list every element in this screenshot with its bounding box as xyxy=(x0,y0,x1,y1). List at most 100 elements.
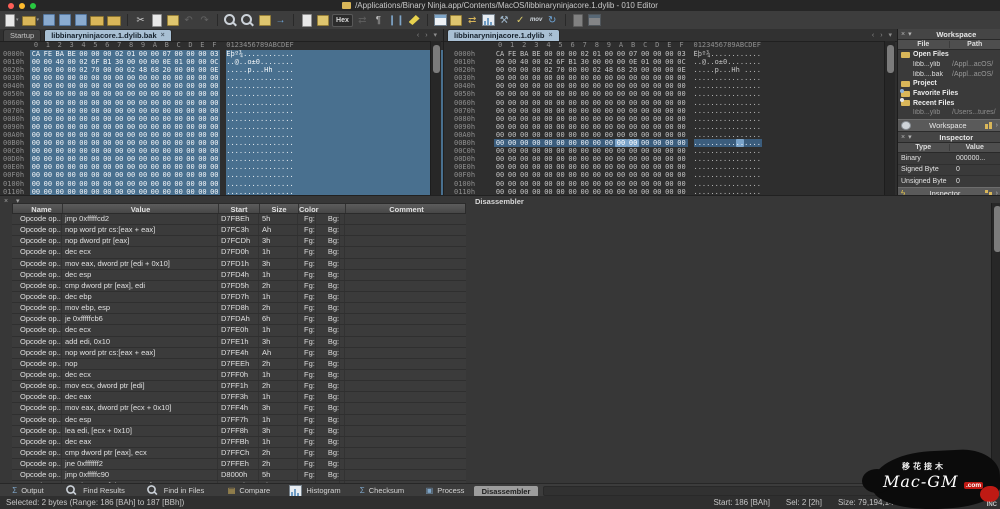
open-folder-icon[interactable] xyxy=(90,13,104,27)
hex-byte[interactable]: 00 xyxy=(161,90,173,98)
hex-byte[interactable]: 00 xyxy=(591,147,603,155)
hex-byte[interactable]: 00 xyxy=(137,123,149,131)
hex-row[interactable]: 0030h00000000000000000000000000000000...… xyxy=(444,74,898,82)
hex-ascii[interactable]: ................ xyxy=(226,123,294,131)
edit-as-text-icon[interactable] xyxy=(300,13,313,27)
hex-byte[interactable]: 00 xyxy=(627,155,639,163)
hex-byte[interactable]: 00 xyxy=(208,139,220,147)
hex-byte[interactable]: 00 xyxy=(137,99,149,107)
hex-byte[interactable]: 00 xyxy=(591,163,603,171)
hex-byte[interactable]: 00 xyxy=(615,180,627,188)
hex-byte[interactable]: 00 xyxy=(591,74,603,82)
hex-ascii[interactable]: ................ xyxy=(226,147,294,155)
hex-byte[interactable]: 00 xyxy=(542,147,554,155)
tab-scroll-controls[interactable]: ‹ › ▾ xyxy=(872,31,894,39)
hex-byte[interactable]: 00 xyxy=(208,99,220,107)
hex-byte[interactable]: 00 xyxy=(627,163,639,171)
hex-byte[interactable]: 00 xyxy=(89,115,101,123)
hex-byte[interactable]: 00 xyxy=(30,171,42,179)
hex-byte[interactable]: 00 xyxy=(54,115,66,123)
hex-byte[interactable]: 00 xyxy=(494,155,506,163)
hex-byte[interactable]: 00 xyxy=(542,82,554,90)
hex-byte[interactable]: 00 xyxy=(615,163,627,171)
hex-byte[interactable]: 00 xyxy=(530,155,542,163)
paste-icon[interactable] xyxy=(166,13,179,27)
hex-byte[interactable]: 00 xyxy=(615,58,627,66)
hex-byte[interactable]: 00 xyxy=(627,123,639,131)
hex-byte[interactable]: 00 xyxy=(615,90,627,98)
table-row[interactable]: Opcode op...dec eaxD7FFBh1hFg:Bg: xyxy=(12,437,466,448)
hex-row[interactable]: 0090h00000000000000000000000000000000...… xyxy=(444,123,898,131)
edit-as-hex-icon[interactable] xyxy=(316,13,329,27)
hex-row[interactable]: 0010h00004000026FB1300000000E0100000C..@… xyxy=(0,58,443,66)
hex-byte[interactable]: 00 xyxy=(66,58,78,66)
hex-byte[interactable]: 00 xyxy=(185,163,197,171)
hex-byte[interactable]: 00 xyxy=(639,82,651,90)
table-row[interactable]: Opcode op...mov ecx, dword ptr [edi]D7FF… xyxy=(12,381,466,392)
hex-byte[interactable]: 00 xyxy=(101,171,113,179)
hex-ascii[interactable]: ................ xyxy=(694,171,762,179)
hex-byte[interactable]: 00 xyxy=(196,171,208,179)
hex-row[interactable]: 0050h00000000000000000000000000000000...… xyxy=(444,90,898,98)
hex-byte[interactable]: 00 xyxy=(54,107,66,115)
open-recent-icon[interactable] xyxy=(107,13,121,27)
hex-byte[interactable]: 00 xyxy=(639,163,651,171)
hex-byte[interactable]: 00 xyxy=(101,131,113,139)
calc-tool-icon[interactable]: ⚒ xyxy=(498,13,511,27)
hex-byte[interactable]: 00 xyxy=(173,90,185,98)
hex-byte[interactable]: 00 xyxy=(78,74,90,82)
hex-byte[interactable]: 00 xyxy=(161,139,173,147)
hex-row[interactable]: 0000hCAFEBABE000000020100000700000003Êþº… xyxy=(0,50,443,58)
hex-byte[interactable]: 00 xyxy=(554,163,566,171)
hex-byte[interactable]: 00 xyxy=(530,115,542,123)
hex-byte[interactable]: 00 xyxy=(78,163,90,171)
hex-byte[interactable]: 00 xyxy=(149,163,161,171)
hex-byte[interactable]: 00 xyxy=(494,131,506,139)
hex-byte[interactable]: 00 xyxy=(627,171,639,179)
hex-byte[interactable]: 00 xyxy=(89,139,101,147)
hex-byte[interactable]: 00 xyxy=(639,74,651,82)
hex-ascii[interactable]: .....p...Hh .... xyxy=(226,66,294,74)
hex-byte[interactable]: 00 xyxy=(518,131,530,139)
hex-ascii[interactable]: ................ xyxy=(226,188,294,195)
column-header-start[interactable]: Start xyxy=(219,204,260,213)
hex-byte[interactable]: 00 xyxy=(603,90,615,98)
hex-byte[interactable]: 00 xyxy=(615,188,627,195)
hex-byte[interactable]: 00 xyxy=(506,147,518,155)
hex-byte[interactable]: 00 xyxy=(89,131,101,139)
hex-byte[interactable]: 00 xyxy=(530,188,542,195)
hex-byte[interactable]: 00 xyxy=(675,82,687,90)
hex-byte[interactable]: 00 xyxy=(113,188,125,195)
hex-ascii[interactable]: ................ xyxy=(694,147,762,155)
hex-byte[interactable]: 02 xyxy=(542,66,554,74)
hex-byte[interactable]: 00 xyxy=(30,66,42,74)
hex-byte[interactable]: 00 xyxy=(518,107,530,115)
hex-byte[interactable]: 00 xyxy=(530,74,542,82)
hex-byte[interactable]: 00 xyxy=(663,50,675,58)
hex-byte[interactable]: BA xyxy=(518,50,530,58)
hex-byte[interactable]: 00 xyxy=(579,171,591,179)
hex-byte[interactable]: 00 xyxy=(137,115,149,123)
hex-byte[interactable]: 00 xyxy=(54,131,66,139)
hex-byte[interactable]: 00 xyxy=(518,66,530,74)
hex-byte[interactable]: 00 xyxy=(113,107,125,115)
hex-row[interactable]: 0080h00000000000000000000000000000000...… xyxy=(444,115,898,123)
hex-byte[interactable]: 00 xyxy=(518,115,530,123)
hex-byte[interactable]: 00 xyxy=(603,74,615,82)
hex-byte[interactable]: 00 xyxy=(54,139,66,147)
hex-byte[interactable]: 00 xyxy=(137,180,149,188)
hex-byte[interactable]: 00 xyxy=(113,82,125,90)
hex-byte[interactable]: 00 xyxy=(554,90,566,98)
hex-byte[interactable]: 00 xyxy=(542,90,554,98)
hex-row[interactable]: 00A0h00000000000000000000000000000000...… xyxy=(0,131,443,139)
column-header-size[interactable]: Size xyxy=(260,204,299,213)
hex-byte[interactable]: 00 xyxy=(196,99,208,107)
hex-byte[interactable]: 00 xyxy=(639,107,651,115)
hex-byte[interactable]: 00 xyxy=(196,131,208,139)
hex-byte[interactable]: 02 xyxy=(591,66,603,74)
hex-byte[interactable]: 00 xyxy=(42,107,54,115)
tab-left-0[interactable]: Startup xyxy=(3,29,41,41)
hex-byte[interactable]: 00 xyxy=(518,82,530,90)
hex-byte[interactable]: 01 xyxy=(125,50,137,58)
hex-byte[interactable]: 00 xyxy=(149,115,161,123)
